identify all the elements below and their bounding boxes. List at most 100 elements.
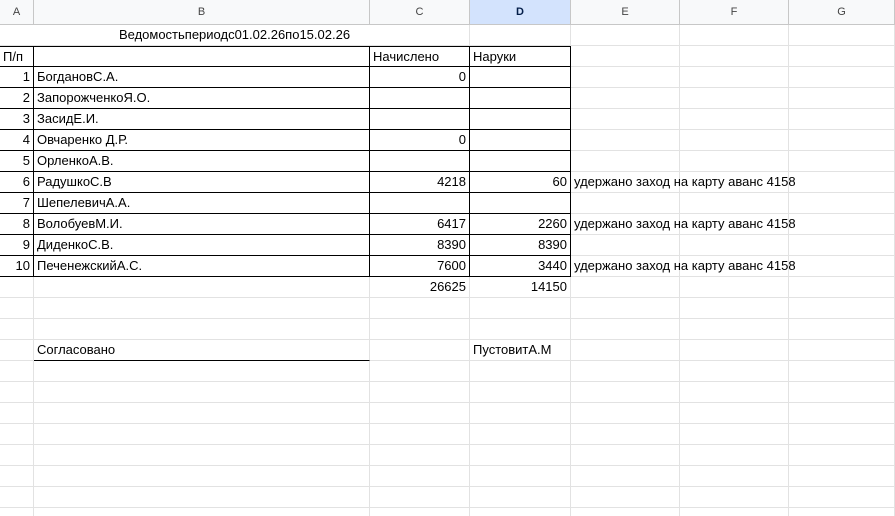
cell-a17[interactable] — [0, 361, 34, 382]
cell-b21[interactable] — [34, 445, 370, 466]
cell-a15[interactable] — [0, 319, 34, 340]
cell-e12[interactable]: удержано заход на карту аванс 4158 — [571, 256, 796, 277]
cell-a2[interactable]: П/п — [0, 46, 34, 67]
cell-b6[interactable]: Овчаренко Д.Р. — [34, 130, 370, 151]
cell-d17[interactable] — [470, 361, 571, 382]
cell-b5[interactable]: ЗасидЕ.И. — [34, 109, 370, 130]
cell-a18[interactable] — [0, 382, 34, 403]
cell-f10[interactable] — [680, 214, 789, 235]
cell-f1[interactable] — [680, 25, 789, 46]
cell-e1[interactable] — [571, 25, 680, 46]
cell-b8[interactable]: РадушкоС.В — [34, 172, 370, 193]
sheet-title[interactable]: Ведомостьпериодс01.02.26по15.02.26 — [0, 25, 470, 46]
cell-a13[interactable] — [0, 277, 34, 298]
cell-g8[interactable] — [789, 172, 895, 193]
cell-g15[interactable] — [789, 319, 895, 340]
cell-d3[interactable] — [470, 67, 571, 88]
cell-a6[interactable]: 4 — [0, 130, 34, 151]
cell-g20[interactable] — [789, 424, 895, 445]
cell-c24[interactable] — [370, 508, 470, 516]
cell-d24[interactable] — [470, 508, 571, 516]
cell-e17[interactable] — [571, 361, 680, 382]
cell-b13[interactable] — [34, 277, 370, 298]
cell-c8[interactable]: 4218 — [370, 172, 470, 193]
cell-b10[interactable]: ВолобуевМ.И. — [34, 214, 370, 235]
cell-d4[interactable] — [470, 88, 571, 109]
cell-e11[interactable] — [571, 235, 680, 256]
cell-a20[interactable] — [0, 424, 34, 445]
cell-b7[interactable]: ОрленкоА.В. — [34, 151, 370, 172]
cell-f3[interactable] — [680, 67, 789, 88]
cell-c20[interactable] — [370, 424, 470, 445]
cell-c12[interactable]: 7600 — [370, 256, 470, 277]
cell-f17[interactable] — [680, 361, 789, 382]
cell-b12[interactable]: ПеченежскийА.С. — [34, 256, 370, 277]
cell-e18[interactable] — [571, 382, 680, 403]
cell-b22[interactable] — [34, 466, 370, 487]
cell-c5[interactable] — [370, 109, 470, 130]
cell-g4[interactable] — [789, 88, 895, 109]
cell-f12[interactable] — [680, 256, 789, 277]
cell-e22[interactable] — [571, 466, 680, 487]
cell-a11[interactable]: 9 — [0, 235, 34, 256]
cell-e3[interactable] — [571, 67, 680, 88]
cell-c16[interactable] — [370, 340, 470, 361]
cell-b16[interactable]: Согласовано — [34, 340, 370, 361]
column-header-d[interactable]: D — [470, 0, 571, 25]
cell-c9[interactable] — [370, 193, 470, 214]
cell-f9[interactable] — [680, 193, 789, 214]
cell-d10[interactable]: 2260 — [470, 214, 571, 235]
cell-a7[interactable]: 5 — [0, 151, 34, 172]
cell-e21[interactable] — [571, 445, 680, 466]
cell-b24[interactable] — [34, 508, 370, 516]
cell-d6[interactable] — [470, 130, 571, 151]
cell-a10[interactable]: 8 — [0, 214, 34, 235]
cell-f22[interactable] — [680, 466, 789, 487]
cell-f4[interactable] — [680, 88, 789, 109]
cell-e19[interactable] — [571, 403, 680, 424]
cell-f14[interactable] — [680, 298, 789, 319]
cell-e7[interactable] — [571, 151, 680, 172]
cell-d18[interactable] — [470, 382, 571, 403]
cell-d7[interactable] — [470, 151, 571, 172]
cell-c10[interactable]: 6417 — [370, 214, 470, 235]
cell-f8[interactable] — [680, 172, 789, 193]
cell-c7[interactable] — [370, 151, 470, 172]
cell-f18[interactable] — [680, 382, 789, 403]
cell-g12[interactable] — [789, 256, 895, 277]
cell-a24[interactable] — [0, 508, 34, 516]
cell-a21[interactable] — [0, 445, 34, 466]
cell-f16[interactable] — [680, 340, 789, 361]
cell-c18[interactable] — [370, 382, 470, 403]
cell-g11[interactable] — [789, 235, 895, 256]
cell-e2[interactable] — [571, 46, 680, 67]
cell-g21[interactable] — [789, 445, 895, 466]
cell-b9[interactable]: ШепелевичА.А. — [34, 193, 370, 214]
cell-g16[interactable] — [789, 340, 895, 361]
cell-e24[interactable] — [571, 508, 680, 516]
cell-g10[interactable] — [789, 214, 895, 235]
cell-b23[interactable] — [34, 487, 370, 508]
cell-g18[interactable] — [789, 382, 895, 403]
cell-g13[interactable] — [789, 277, 895, 298]
cell-a22[interactable] — [0, 466, 34, 487]
column-header-e[interactable]: E — [571, 0, 680, 25]
cell-g5[interactable] — [789, 109, 895, 130]
cell-a12[interactable]: 10 — [0, 256, 34, 277]
cell-c14[interactable] — [370, 298, 470, 319]
cell-d11[interactable]: 8390 — [470, 235, 571, 256]
cell-a8[interactable]: 6 — [0, 172, 34, 193]
cell-b4[interactable]: ЗапорожченкоЯ.О. — [34, 88, 370, 109]
cell-d8[interactable]: 60 — [470, 172, 571, 193]
cell-e5[interactable] — [571, 109, 680, 130]
cell-e10[interactable]: удержано заход на карту аванс 4158 — [571, 214, 796, 235]
cell-d9[interactable] — [470, 193, 571, 214]
cell-f2[interactable] — [680, 46, 789, 67]
cell-c21[interactable] — [370, 445, 470, 466]
cell-g23[interactable] — [789, 487, 895, 508]
cell-c22[interactable] — [370, 466, 470, 487]
cell-d21[interactable] — [470, 445, 571, 466]
cell-c6[interactable]: 0 — [370, 130, 470, 151]
cell-a16[interactable] — [0, 340, 34, 361]
cell-c4[interactable] — [370, 88, 470, 109]
